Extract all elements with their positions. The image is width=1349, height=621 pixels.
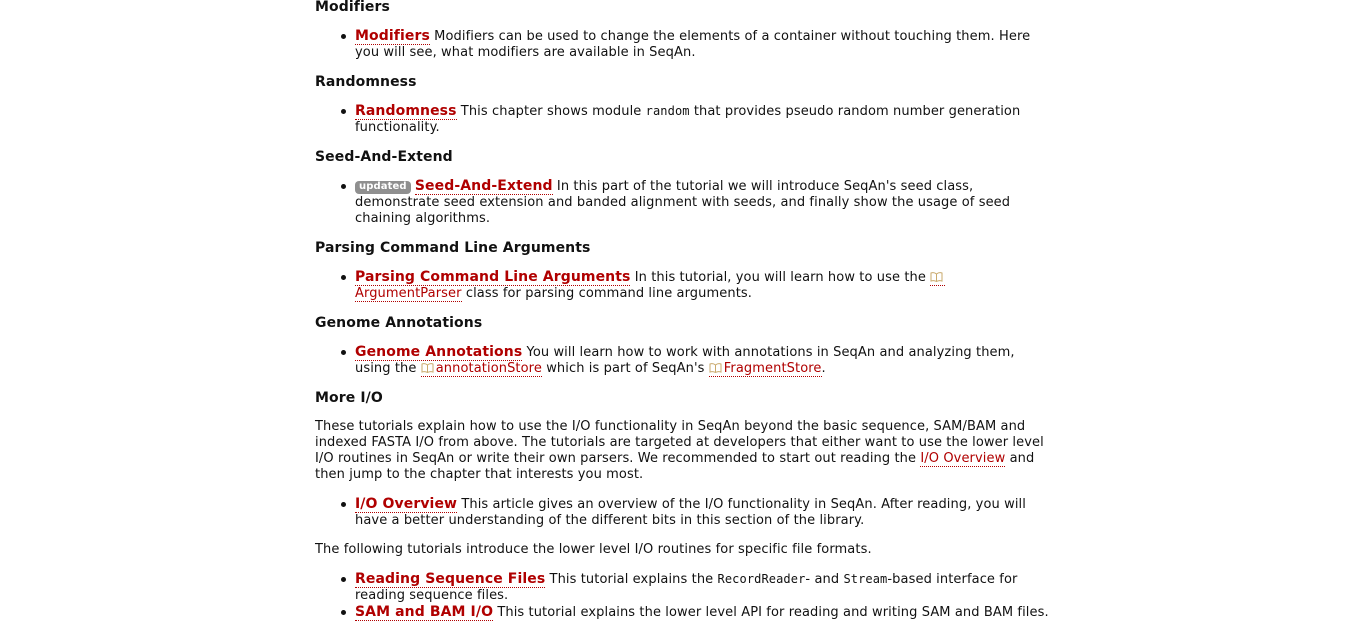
book-icon (930, 272, 943, 282)
ref-label: FragmentStore (723, 361, 822, 376)
section-heading-randomness: Randomness (315, 74, 417, 90)
link-seed-and-extend[interactable]: Seed-And-Extend (414, 178, 553, 195)
code-stream: Stream (843, 572, 888, 586)
following-text: The following tutorials introduce the lo… (315, 542, 872, 557)
description-text: which is part of SeqAn's (546, 361, 705, 376)
description-text: This chapter shows module (460, 104, 642, 119)
book-icon (421, 363, 434, 373)
section-heading-modifiers: Modifiers (315, 0, 390, 15)
list-seed-and-extend: updated Seed-And-Extend In this part of … (315, 178, 1050, 227)
ref-annotation-store[interactable]: annotationStore (420, 361, 542, 377)
ref-fragment-store[interactable]: FragmentStore (708, 361, 822, 377)
description-text: - and (805, 572, 840, 587)
code-record-reader: RecordReader (717, 572, 806, 586)
link-randomness[interactable]: Randomness (355, 103, 457, 120)
section-heading-more-io: More I/O (315, 390, 383, 406)
list-item: Randomness This chapter shows module ran… (341, 103, 1050, 136)
link-sam-and-bam-io[interactable]: SAM and BAM I/O (355, 604, 494, 621)
ref-label: annotationStore (435, 361, 542, 376)
document-content: Modifiers Modifiers Modifiers can be use… (315, 0, 1050, 621)
list-io-overview: I/O Overview This article gives an overv… (315, 496, 1050, 529)
list-item: SAM and BAM I/O This tutorial explains t… (341, 604, 1050, 621)
list-parsing: Parsing Command Line Arguments In this t… (315, 269, 1050, 302)
list-item: Modifiers Modifiers can be used to chang… (341, 28, 1050, 61)
link-genome-annotations[interactable]: Genome Annotations (355, 344, 523, 361)
section-heading-seed-and-extend: Seed-And-Extend (315, 149, 453, 165)
list-randomness: Randomness This chapter shows module ran… (315, 103, 1050, 136)
list-genome-annotations: Genome Annotations You will learn how to… (315, 344, 1050, 377)
ref-label: ArgumentParser (355, 286, 462, 301)
updated-badge: updated (355, 181, 411, 194)
list-item: Reading Sequence Files This tutorial exp… (341, 571, 1050, 604)
section-heading-parsing: Parsing Command Line Arguments (315, 240, 591, 256)
list-io-formats: Reading Sequence Files This tutorial exp… (315, 571, 1050, 621)
code-random: random (645, 104, 690, 118)
description-text: Modifiers can be used to change the elem… (355, 29, 1031, 60)
link-modifiers[interactable]: Modifiers (355, 28, 430, 45)
more-io-intro: These tutorials explain how to use the I… (315, 419, 1050, 483)
list-item: updated Seed-And-Extend In this part of … (341, 178, 1050, 227)
list-modifiers: Modifiers Modifiers can be used to chang… (315, 28, 1050, 61)
link-io-overview-inline[interactable]: I/O Overview (920, 451, 1006, 467)
description-text: In this tutorial, you will learn how to … (634, 270, 926, 285)
link-parsing-command-line-arguments[interactable]: Parsing Command Line Arguments (355, 269, 631, 286)
book-icon (709, 363, 722, 373)
description-text: . (821, 361, 826, 376)
section-heading-genome-annotations: Genome Annotations (315, 315, 483, 331)
list-item: I/O Overview This article gives an overv… (341, 496, 1050, 529)
list-item: Parsing Command Line Arguments In this t… (341, 269, 1050, 302)
link-reading-sequence-files[interactable]: Reading Sequence Files (355, 571, 546, 588)
description-text: class for parsing command line arguments… (465, 286, 752, 301)
list-item: Genome Annotations You will learn how to… (341, 344, 1050, 377)
description-text: This tutorial explains the (549, 572, 714, 587)
link-io-overview[interactable]: I/O Overview (355, 496, 458, 513)
